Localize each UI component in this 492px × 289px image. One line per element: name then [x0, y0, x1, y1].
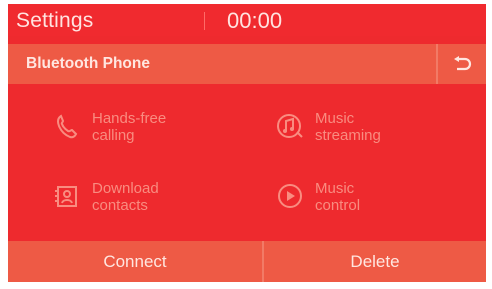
feature-hands-free-calling[interactable]: Hands-free calling	[52, 110, 202, 144]
music-streaming-icon	[277, 114, 303, 138]
feature-music-streaming[interactable]: Music streaming	[275, 110, 425, 144]
bottom-button-bar: Connect Delete	[8, 241, 486, 282]
back-button[interactable]	[438, 44, 486, 84]
play-icon	[278, 184, 302, 208]
back-arrow-icon	[454, 56, 472, 71]
contacts-icon	[55, 186, 77, 207]
feature-download-contacts[interactable]: Download contacts	[52, 180, 202, 214]
feature-label: Music streaming	[315, 110, 425, 144]
bluetooth-settings-screen: Settings 00:00 Bluetooth Phone Hands-fre…	[8, 4, 486, 282]
feature-label-line: control	[315, 197, 361, 214]
feature-label-line: contacts	[92, 197, 148, 214]
status-divider	[204, 12, 205, 30]
page-title: Bluetooth Phone	[26, 55, 150, 72]
phone-icon	[56, 114, 78, 139]
feature-label: Hands-free calling	[92, 110, 202, 144]
feature-label-line: streaming	[315, 127, 381, 144]
feature-label: Music control	[315, 180, 425, 214]
clock: 00:00	[227, 8, 283, 33]
feature-label-line: calling	[92, 127, 135, 144]
feature-label-line: Music	[315, 180, 355, 197]
feature-grid: Hands-free calling Music streaming Downl…	[8, 84, 486, 241]
connect-button[interactable]: Connect	[8, 241, 262, 282]
delete-button[interactable]: Delete	[264, 241, 486, 282]
feature-label-line: Hands-free	[92, 110, 167, 127]
feature-label: Download contacts	[92, 180, 202, 214]
feature-music-control[interactable]: Music control	[275, 180, 425, 214]
feature-label-line: Music	[315, 110, 355, 127]
app-title: Settings	[16, 9, 94, 32]
feature-label-line: Download	[92, 180, 159, 197]
status-bar: Settings 00:00	[8, 4, 486, 36]
page-header: Bluetooth Phone	[8, 44, 486, 84]
